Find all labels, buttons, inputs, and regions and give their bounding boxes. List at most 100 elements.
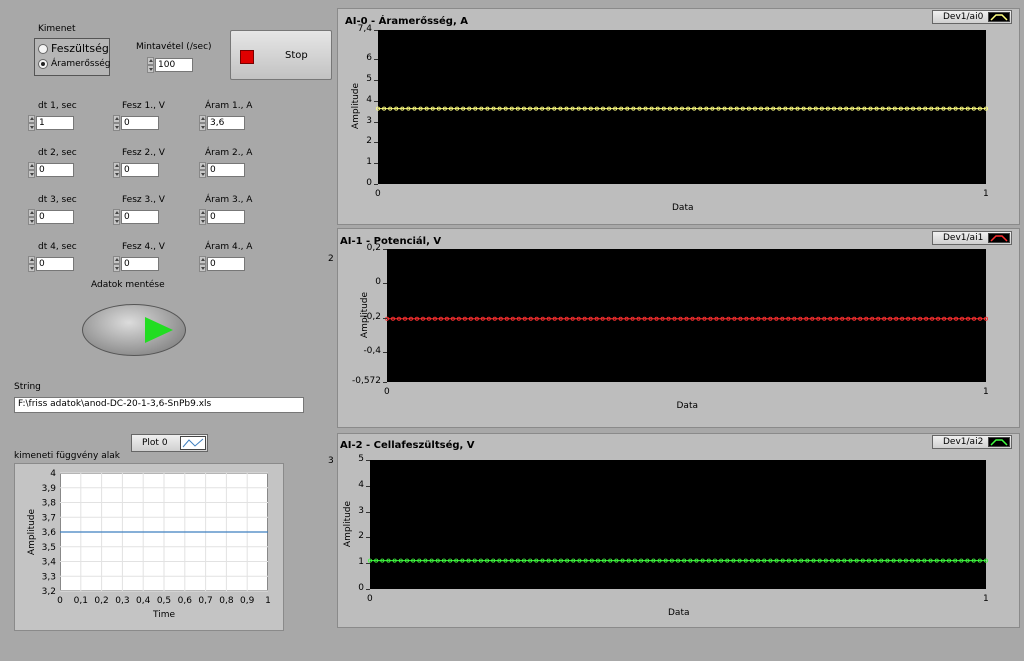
current-3-spinner[interactable] <box>199 209 206 225</box>
string-indicator[interactable]: F:\friss adatok\anod-DC-20-1-3,6-SnPb9.x… <box>14 397 304 413</box>
voltage-3-input[interactable]: 0 <box>121 210 159 224</box>
graph-0-ytick-mark-0 <box>374 30 378 31</box>
radio-option-voltage[interactable]: Feszültség <box>38 42 109 55</box>
voltage-2-input[interactable]: 0 <box>121 163 159 177</box>
current-1-label: Áram 1., A <box>205 101 253 111</box>
graph-0-ytick-mark-3 <box>374 100 378 102</box>
dt-3-control[interactable]: 0 <box>28 209 74 225</box>
voltage-3-spinner[interactable] <box>113 209 120 225</box>
current-3-input[interactable]: 0 <box>207 210 245 224</box>
dt-1-control[interactable]: 1 <box>28 115 74 131</box>
voltage-3-control[interactable]: 0 <box>113 209 159 225</box>
graph-0-ytick-mark-2 <box>374 79 378 81</box>
voltage-2-spinner[interactable] <box>113 162 120 178</box>
current-2-input[interactable]: 0 <box>207 163 245 177</box>
sampling-spinner[interactable] <box>147 57 154 73</box>
dt-4-control[interactable]: 0 <box>28 256 74 272</box>
graph-series-svg-2 <box>367 558 989 563</box>
current-4-control[interactable]: 0 <box>199 256 245 272</box>
current-1-spinner[interactable] <box>199 115 206 131</box>
graph-2-ytick-mark-0 <box>366 460 370 461</box>
graph-2-ytick-mark-2 <box>366 511 370 513</box>
output-graph-legend[interactable]: Plot 0 <box>131 434 208 452</box>
current-2-label: Áram 2., A <box>205 148 253 158</box>
graph-2-ytick-mark-4 <box>366 563 370 565</box>
graph-legend-label-1: Dev1/ai1 <box>943 233 984 243</box>
voltage-1-input[interactable]: 0 <box>121 116 159 130</box>
radio-dot-current[interactable] <box>38 59 48 69</box>
output-graph-panel: 4 3,9 3,8 3,7 3,6 3,5 3,4 3,3 3,2 0 0,1 0,2 0,3 0,4 0,… <box>14 463 284 631</box>
graph-series-svg-0 <box>375 106 989 111</box>
output-graph-ytick-4: 3,6 <box>42 528 57 538</box>
voltage-4-control[interactable]: 0 <box>113 256 159 272</box>
voltage-2-control[interactable]: 0 <box>113 162 159 178</box>
radio-dot-voltage[interactable] <box>38 43 48 54</box>
sampling-input[interactable]: 100 <box>155 58 193 72</box>
graph-1-ytick-1: 0 <box>375 277 381 288</box>
voltage-1-spinner[interactable] <box>113 115 120 131</box>
output-graph-ytick-5: 3,5 <box>42 543 56 553</box>
graph-title-2: AI-2 - Cellafeszültség, V <box>340 440 475 451</box>
stop-button[interactable]: Stop <box>230 30 332 80</box>
graph-legend-1[interactable]: Dev1/ai1 <box>932 231 1012 245</box>
current-4-input[interactable]: 0 <box>207 257 245 271</box>
graph-series-svg-1 <box>384 316 989 321</box>
graph-0-ytick-0: 7,4 <box>357 24 372 34</box>
graph-ylabel-0: Amplitude <box>351 82 361 130</box>
string-label: String <box>14 382 41 392</box>
dt-3-spinner[interactable] <box>28 209 35 225</box>
graph-0-ytick-mark-1 <box>374 59 378 61</box>
graph-0-ytick-2: 5 <box>366 73 372 84</box>
graph-0-ytick-5: 2 <box>366 136 372 147</box>
dt-2-spinner[interactable] <box>28 162 35 178</box>
dt-4-input[interactable]: 0 <box>36 257 74 271</box>
output-mode-radio-group[interactable]: Feszültség Áramerősség <box>34 38 111 76</box>
graph-2-ytick-4: 1 <box>358 557 364 568</box>
current-1-control[interactable]: 3,6 <box>199 115 245 131</box>
save-data-button[interactable] <box>82 304 186 356</box>
voltage-1-control[interactable]: 0 <box>113 115 159 131</box>
radio-option-current[interactable]: Áramerősség <box>38 59 111 69</box>
graph-ylabel-2: Amplitude <box>343 500 353 547</box>
output-graph-xtick-1: 0,1 <box>74 596 88 606</box>
graph-0-xtick-0: 0 <box>375 189 381 199</box>
graph-title-1: AI-1 - Potenciál, V <box>340 236 442 247</box>
dt-4-spinner[interactable] <box>28 256 35 272</box>
radio-label-voltage: Feszültség <box>51 42 109 55</box>
graph-legend-2[interactable]: Dev1/ai2 <box>932 435 1012 449</box>
dt-3-input[interactable]: 0 <box>36 210 74 224</box>
dt-2-label: dt 2, sec <box>38 148 77 158</box>
sampling-label: Mintavétel (/sec) <box>136 42 212 52</box>
play-arrow-icon <box>145 317 173 343</box>
current-3-control[interactable]: 0 <box>199 209 245 225</box>
graph-1-ytick-mark-1 <box>383 283 387 285</box>
graph-1-ytick-mark-4 <box>383 382 387 383</box>
graph-0-xtick-1: 1 <box>983 189 989 199</box>
current-4-spinner[interactable] <box>199 256 206 272</box>
graph-legend-0[interactable]: Dev1/ai0 <box>932 10 1012 24</box>
current-2-control[interactable]: 0 <box>199 162 245 178</box>
graph-side-label-1: 2 <box>328 254 334 264</box>
voltage-4-spinner[interactable] <box>113 256 120 272</box>
output-graph-xlabel: Time <box>152 610 175 620</box>
sampling-control[interactable]: 100 <box>147 57 193 73</box>
voltage-4-input[interactable]: 0 <box>121 257 159 271</box>
dt-1-spinner[interactable] <box>28 115 35 131</box>
current-2-spinner[interactable] <box>199 162 206 178</box>
dt-1-input[interactable]: 1 <box>36 116 74 130</box>
graph-2-ytick-2: 3 <box>358 505 364 516</box>
graph-legend-label-0: Dev1/ai0 <box>943 12 984 22</box>
plot-line-icon <box>988 437 1010 447</box>
plot-line-icon <box>988 12 1010 22</box>
output-graph-xtick-9: 0,9 <box>240 596 255 606</box>
plot-line-icon <box>988 233 1010 243</box>
dt-2-input[interactable]: 0 <box>36 163 74 177</box>
output-graph-xtick-8: 0,8 <box>219 596 234 606</box>
current-1-input[interactable]: 3,6 <box>207 116 245 130</box>
graph-1-ytick-mark-0 <box>383 249 387 250</box>
dt-2-control[interactable]: 0 <box>28 162 74 178</box>
graph-xlabel-1: Data <box>676 401 699 411</box>
graph-0-ytick-mark-7 <box>374 184 378 185</box>
save-data-label: Adatok mentése <box>91 280 165 290</box>
graph-2-ytick-5: 0 <box>358 583 364 593</box>
